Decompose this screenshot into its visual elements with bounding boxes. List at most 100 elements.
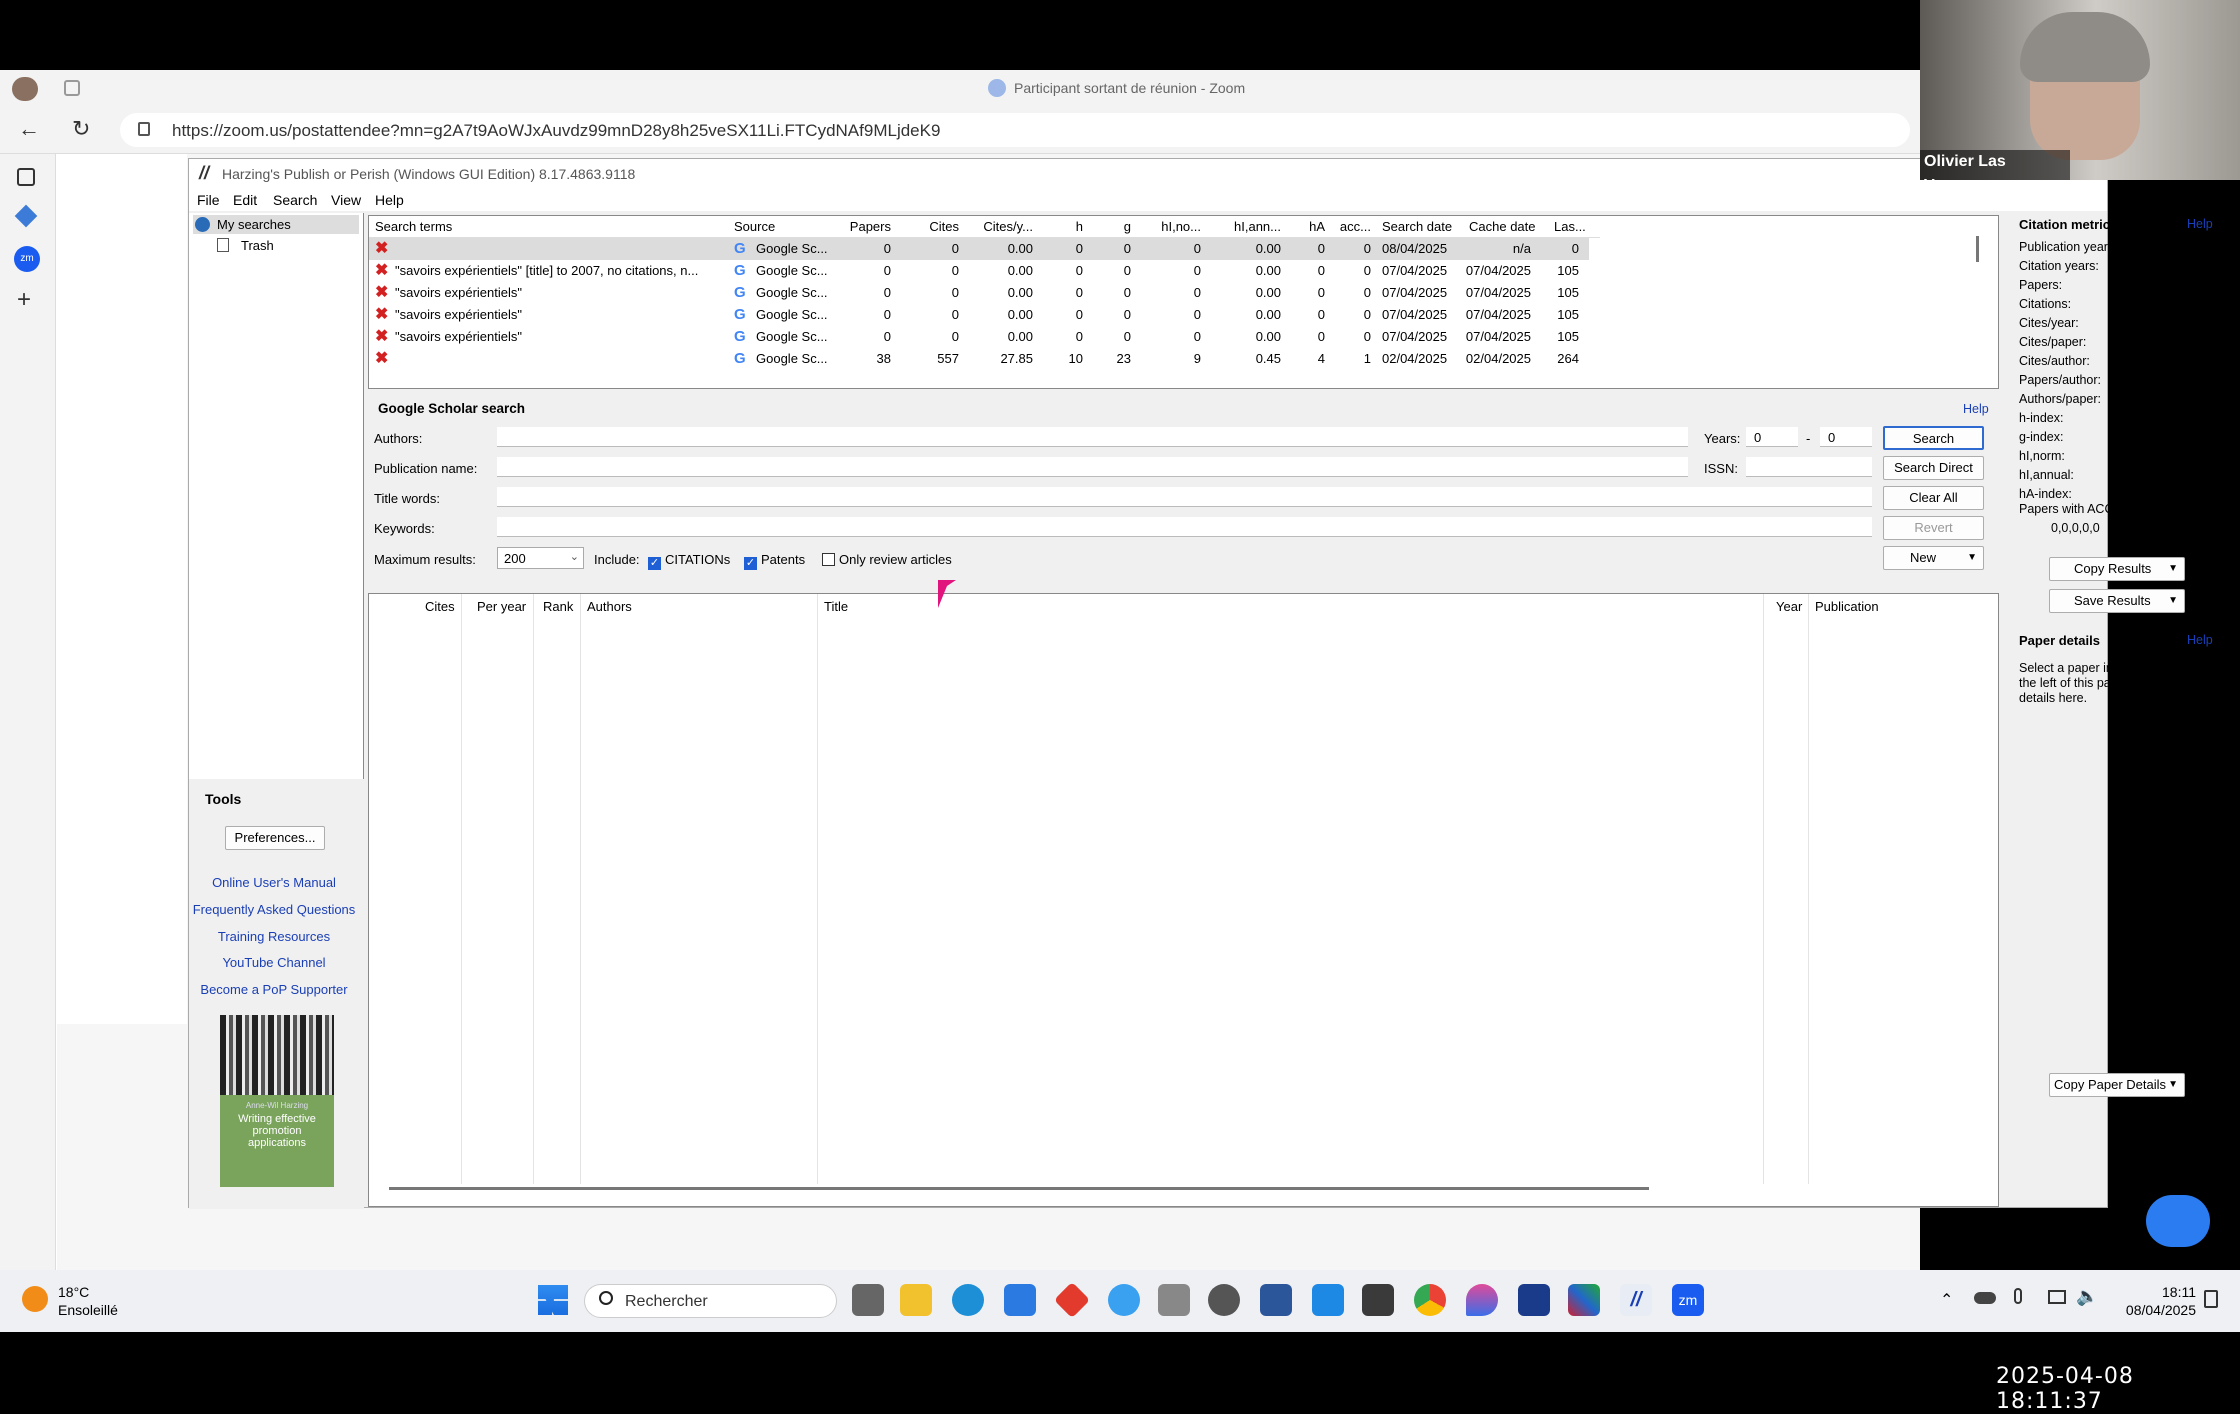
weather-icon[interactable] <box>22 1286 48 1312</box>
copilot-icon[interactable] <box>14 204 38 228</box>
back-icon[interactable]: ← <box>18 116 40 142</box>
col-result-rank[interactable]: Rank <box>543 596 573 618</box>
search-row[interactable]: ✖ "savoirs expérientiels" G Google Sc... 0 0 0… <box>369 282 1589 304</box>
publication-name-input[interactable] <box>497 457 1688 477</box>
copy-results-button[interactable]: Copy Results ▼ <box>2049 557 2185 581</box>
link-supporter[interactable]: Become a PoP Supporter <box>189 982 359 997</box>
weather-text[interactable]: Ensoleillé <box>58 1302 118 1318</box>
year-to-input[interactable]: 0 <box>1820 427 1872 447</box>
search-button[interactable]: Search <box>1883 426 1984 450</box>
tabs-icon[interactable] <box>17 168 35 186</box>
menu-view[interactable]: View <box>331 192 361 208</box>
col-result-authors[interactable]: Authors <box>587 596 632 618</box>
display-icon[interactable] <box>2048 1290 2066 1304</box>
col-result-cites[interactable]: Cites <box>425 596 455 618</box>
issn-input[interactable] <box>1746 457 1872 477</box>
notifications-icon[interactable] <box>2204 1290 2218 1308</box>
col-cites-per-year[interactable]: Cites/y... <box>969 216 1033 238</box>
clear-all-button[interactable]: Clear All <box>1883 486 1984 510</box>
delete-icon[interactable]: ✖ <box>375 348 388 370</box>
cloud-icon[interactable] <box>1974 1292 1996 1304</box>
start-icon[interactable] <box>538 1285 568 1315</box>
chat-icon[interactable] <box>2146 1195 2210 1247</box>
tree-my-searches[interactable]: My searches <box>193 215 359 234</box>
tab-actions-icon[interactable] <box>64 80 80 96</box>
menu-edit[interactable]: Edit <box>233 192 257 208</box>
col-papers[interactable]: Papers <box>839 216 891 238</box>
col-hi-norm[interactable]: hI,no... <box>1139 216 1201 238</box>
search-row[interactable]: ✖ "savoirs expérientiels" [title] to 2007… <box>369 260 1589 282</box>
new-button[interactable]: New ▼ <box>1883 546 1984 570</box>
keywords-input[interactable] <box>497 517 1872 537</box>
delete-icon[interactable]: ✖ <box>375 238 388 260</box>
file-explorer-icon[interactable] <box>900 1284 932 1316</box>
search-direct-button[interactable]: Search Direct <box>1883 456 1984 480</box>
col-source[interactable]: Source <box>734 216 775 238</box>
review-checkbox[interactable]: Only review articles <box>822 552 952 567</box>
year-from-input[interactable]: 0 <box>1746 427 1798 447</box>
citations-checkbox[interactable]: ✓ CITATIONs <box>648 552 730 570</box>
paper-details-help-link[interactable]: Help <box>2187 633 2213 647</box>
app-blue-icon[interactable] <box>1108 1284 1140 1316</box>
clock-time[interactable]: 18:11 <box>2096 1284 2196 1300</box>
url-box[interactable]: https://zoom.us/postattendee?mn=g2A7t9Ao… <box>120 113 1910 147</box>
zoom-sidebar-icon[interactable]: zm <box>14 246 40 272</box>
preferences-button[interactable]: Preferences... <box>225 826 325 850</box>
col-result-per-year[interactable]: Per year <box>477 596 526 618</box>
store-icon[interactable] <box>1004 1284 1036 1316</box>
tray-chevron-icon[interactable]: ⌃ <box>1940 1290 1953 1310</box>
col-acc[interactable]: acc... <box>1329 216 1371 238</box>
search-row[interactable]: ✖ "savoirs expérientiels" G Google Sc... 0 0 0… <box>369 304 1589 326</box>
weather-temp[interactable]: 18°C <box>58 1284 89 1300</box>
app-gray-icon[interactable] <box>1208 1284 1240 1316</box>
authors-input[interactable] <box>497 427 1688 447</box>
col-cache-date[interactable]: Cache date <box>1469 216 1536 238</box>
save-results-button[interactable]: Save Results ▼ <box>2049 589 2185 613</box>
vimeo-icon[interactable] <box>1518 1284 1550 1316</box>
col-search-terms[interactable]: Search terms <box>375 216 452 238</box>
word-icon[interactable] <box>1260 1284 1292 1316</box>
chrome-icon[interactable] <box>1414 1284 1446 1316</box>
zoom-taskbar-icon[interactable]: zm <box>1672 1284 1704 1316</box>
link-faq[interactable]: Frequently Asked Questions <box>189 902 359 917</box>
clock-date[interactable]: 08/04/2025 <box>2096 1302 2196 1318</box>
searches-scrollbar[interactable] <box>1976 236 1979 262</box>
copy-paper-details-button[interactable]: Copy Paper Details ▼ <box>2049 1073 2185 1097</box>
taskbar-search[interactable]: Rechercher <box>584 1284 837 1318</box>
mic-icon[interactable] <box>2014 1288 2022 1304</box>
col-hi-annual[interactable]: hI,ann... <box>1209 216 1281 238</box>
metrics-help-link[interactable]: Help <box>2187 217 2213 231</box>
max-results-select[interactable]: 200 ⌄ <box>497 547 584 569</box>
title-words-input[interactable] <box>497 487 1872 507</box>
col-g[interactable]: g <box>1089 216 1131 238</box>
task-view-icon[interactable] <box>852 1284 884 1316</box>
delete-icon[interactable]: ✖ <box>375 260 388 282</box>
pen-app-icon[interactable] <box>1312 1284 1344 1316</box>
add-icon[interactable]: + <box>17 286 31 314</box>
col-last[interactable]: Las... <box>1554 216 1586 238</box>
menu-search[interactable]: Search <box>273 192 317 208</box>
tree-trash[interactable]: Trash <box>217 236 337 255</box>
app-red-icon[interactable] <box>1053 1281 1091 1319</box>
link-online-manual[interactable]: Online User's Manual <box>189 875 359 890</box>
url-text[interactable]: https://zoom.us/postattendee?mn=g2A7t9Ao… <box>172 121 940 141</box>
col-cites[interactable]: Cites <box>899 216 959 238</box>
col-ha[interactable]: hA <box>1289 216 1325 238</box>
printer-icon[interactable] <box>1158 1284 1190 1316</box>
menu-help[interactable]: Help <box>375 192 404 208</box>
calculator-icon[interactable] <box>1362 1284 1394 1316</box>
delete-icon[interactable]: ✖ <box>375 304 388 326</box>
patents-checkbox[interactable]: ✓ Patents <box>744 552 805 570</box>
gs-help-link[interactable]: Help <box>1963 402 1989 416</box>
book-cover[interactable]: Anne-Wil Harzing Writing effective promo… <box>220 1015 334 1187</box>
col-result-publication[interactable]: Publication <box>1815 596 1879 618</box>
col-result-year[interactable]: Year <box>1776 596 1802 618</box>
menu-file[interactable]: File <box>197 192 220 208</box>
search-row[interactable]: ✖ G Google Sc... 38 557 27.85 10 23 9 0.45 4 1 02/04… <box>369 348 1589 370</box>
reload-icon[interactable]: ↻ <box>72 116 90 142</box>
delete-icon[interactable]: ✖ <box>375 282 388 304</box>
pop-taskbar-icon[interactable]: // <box>1620 1284 1652 1316</box>
col-h[interactable]: h <box>1039 216 1083 238</box>
search-row[interactable]: ✖ G Google Sc... 0 0 0.00 0 0 0 0.00 0 0 08/04/2025 n… <box>369 238 1589 260</box>
zoom-tab[interactable]: Participant sortant de réunion - Zoom <box>988 79 1245 97</box>
